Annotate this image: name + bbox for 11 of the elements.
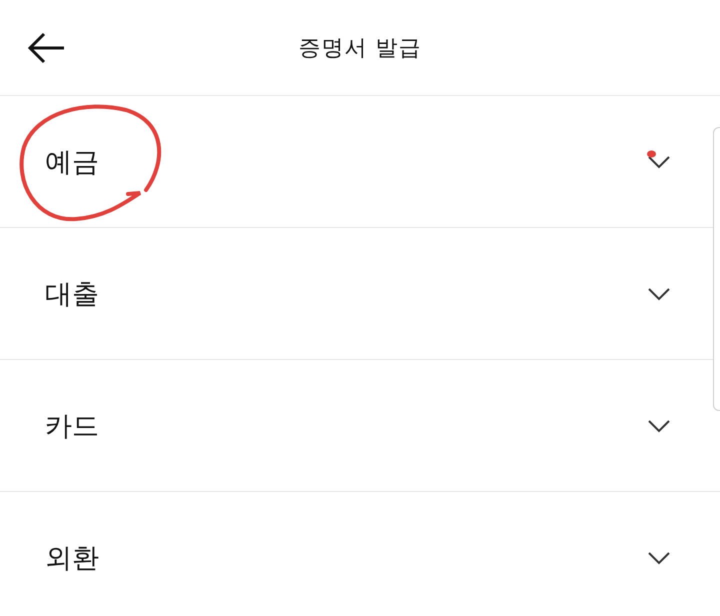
menu-label: 예금 (45, 146, 100, 180)
menu-item[interactable]: 대출 (0, 228, 711, 359)
menu-label: 카드 (45, 410, 100, 444)
menu-item[interactable]: 카드 (0, 360, 711, 491)
menu-item[interactable]: 예금 (0, 96, 711, 227)
menu-label: 외환 (45, 542, 100, 576)
menu-label: 대출 (45, 278, 100, 312)
screen-title: 증명서 발급 (298, 34, 422, 62)
ink-dot (647, 150, 656, 158)
menu-item[interactable]: 외환 (0, 492, 711, 616)
back-arrow-icon (26, 31, 66, 65)
